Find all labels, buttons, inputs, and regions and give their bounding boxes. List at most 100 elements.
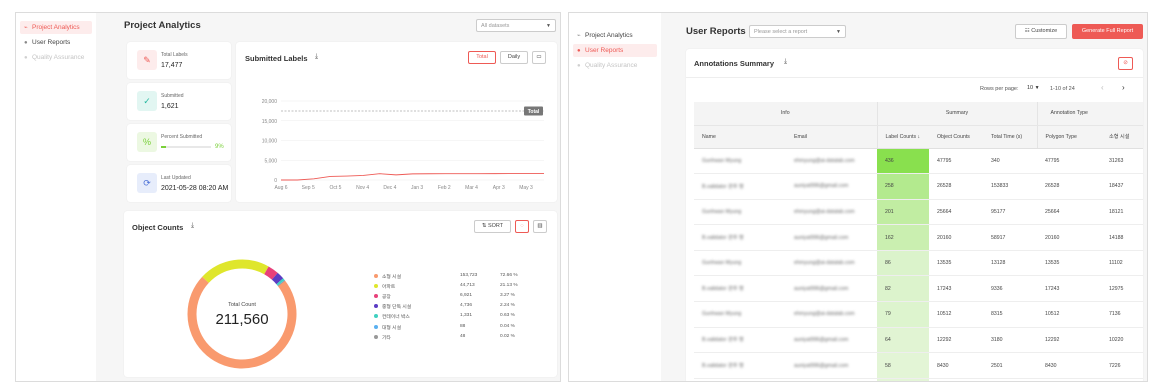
legend-item[interactable]: 중형 단독 시설 4,736 2.24 % xyxy=(374,302,554,311)
stat-value: 1,621 xyxy=(161,103,179,110)
hide-icon[interactable]: ⊘ xyxy=(1118,57,1133,70)
sort-button[interactable]: ⇅ SORT xyxy=(474,220,511,233)
download-icon[interactable]: ⤓ xyxy=(784,58,787,66)
rows-per-page-select[interactable]: 10 ▼ xyxy=(1027,85,1040,91)
dataset-select[interactable]: All datasets ▼ xyxy=(476,19,556,32)
table-row[interactable]: B.validator 관주 명 auniyat996@gmail.com 162 2… xyxy=(694,224,1143,251)
y-tick-label: 15,000 xyxy=(262,119,278,125)
small-facility-cell: 11102 xyxy=(1101,250,1143,277)
column-header-label-counts[interactable]: Label Counts ↓ xyxy=(876,125,929,149)
legend-item[interactable]: 대형 시설 88 0.04 % xyxy=(374,323,554,332)
column-header-small-facility[interactable]: 소형 시설 xyxy=(1101,125,1143,149)
polygon-type-cell: 25664 xyxy=(1037,199,1101,226)
table-row[interactable]: B.validator 관주 명auniyat996@gmail.com5261… xyxy=(694,378,1143,381)
x-tick-label: Apr 3 xyxy=(493,185,505,191)
donut-slice[interactable] xyxy=(276,278,285,286)
stat-card-last-updated: ⟳ Last Updated 2021-05-28 08:20 AM xyxy=(127,165,231,202)
legend-swatch xyxy=(374,274,378,278)
sidebar-item-label: User Reports xyxy=(32,39,71,46)
column-header-email[interactable]: Email xyxy=(786,125,877,149)
polygon-type-cell: 20160 xyxy=(1037,224,1101,251)
legend-item[interactable]: 기타 48 0.02 % xyxy=(374,333,554,342)
table-row[interactable]: B.validator 관주 명 auniyat996@gmail.com 64 12… xyxy=(694,327,1143,354)
x-tick-label: Sep 5 xyxy=(302,185,315,191)
legend-item[interactable]: 공장 6,921 3.27 % xyxy=(374,292,554,301)
donut-slice[interactable] xyxy=(271,272,284,285)
object-count-cell: 25664 xyxy=(929,199,983,226)
next-page-icon[interactable]: › xyxy=(1122,83,1125,92)
legend-swatch xyxy=(374,334,378,339)
card-title: Annotations Summary xyxy=(694,59,775,68)
donut-view-icon[interactable]: ◌ xyxy=(515,220,529,233)
table-row[interactable]: Gunhwan Myung ehmyung@ai-datalab.com 201 25… xyxy=(694,199,1143,226)
name-cell: B.validator 관주 명 xyxy=(694,224,786,251)
email-cell: auniyat996@gmail.com xyxy=(786,378,877,381)
label-icon: ✎ xyxy=(137,50,157,70)
group-header-annotation-type: Annotation Type xyxy=(1036,102,1101,126)
table-row[interactable]: Gunhwan Myung ehmyung@ai-datalab.com 79 105… xyxy=(694,301,1143,328)
label-count-cell: 64 xyxy=(877,327,929,354)
sidebar-item-project-analytics[interactable]: ⌁ Project Analytics xyxy=(573,29,657,42)
object-count-cell: 8430 xyxy=(929,352,983,379)
table-row[interactable]: Gunhwan Myung ehmyung@ai-datalab.com 436 47… xyxy=(694,148,1143,175)
column-header-total-time[interactable]: Total Time (s) xyxy=(983,125,1037,149)
sort-label: SORT xyxy=(487,223,504,229)
email-cell: ehmyung@ai-datalab.com xyxy=(786,250,877,277)
pagination-range: 1-10 of 24 xyxy=(1050,86,1075,92)
legend-count: 88 xyxy=(460,323,466,329)
table-row[interactable]: B.validator 관주 명 auniyat996@gmail.com 258 2… xyxy=(694,173,1143,200)
polygon-type-cell: 26528 xyxy=(1037,173,1101,200)
submitted-labels-chart: 0 5,000 10,000 15,000 20,000 Total Aug 6 Sep 5 O… xyxy=(262,99,545,191)
rows-per-page-value: 10 xyxy=(1027,85,1034,91)
table-row[interactable]: Gunhwan Myung ehmyung@ai-datalab.com 86 135… xyxy=(694,250,1143,277)
legend-percent: 2.24 % xyxy=(500,303,515,309)
prev-page-icon[interactable]: ‹ xyxy=(1101,83,1104,92)
dot-icon: ● xyxy=(577,62,581,69)
table-row[interactable]: B.validator 관주 명 auniyat996@gmail.com 82 17… xyxy=(694,275,1143,303)
small-facility-cell: 14188 xyxy=(1101,224,1143,251)
generate-report-button[interactable]: Generate Full Report xyxy=(1072,24,1143,39)
name-cell: B.validator 관주 명 xyxy=(694,327,786,354)
polygon-type-cell: 8430 xyxy=(1037,352,1101,379)
sidebar-item-user-reports[interactable]: ● User Reports xyxy=(20,36,92,49)
report-select[interactable]: Please select a report ▼ xyxy=(749,25,846,38)
donut-slice[interactable] xyxy=(202,259,269,284)
stat-value: 17,477 xyxy=(161,62,183,69)
email-cell: auniyat996@gmail.com xyxy=(786,352,877,379)
rows-per-page-label: Rows per page: xyxy=(980,86,1019,92)
legend-item[interactable]: 아파트 44,713 21.13 % xyxy=(374,282,554,291)
column-header-polygon-type[interactable]: Polygon Type xyxy=(1036,125,1101,149)
object-count-cell: 26528 xyxy=(929,173,983,200)
label-count-cell: 436 xyxy=(877,148,929,175)
legend-swatch xyxy=(374,294,378,299)
right-sidebar: ⌁ Project Analytics ● User Reports ● Qua… xyxy=(569,13,661,381)
small-facility-cell: 4902 xyxy=(1101,378,1143,381)
download-icon[interactable]: ⤓ xyxy=(191,222,194,230)
bar-view-icon[interactable]: ▥ xyxy=(533,220,547,233)
column-header-name[interactable]: Name xyxy=(694,125,786,149)
label-count-cell: 258 xyxy=(877,173,929,200)
group-header-empty xyxy=(1101,102,1143,126)
name-cell: B.validator 관주 명 xyxy=(694,173,786,200)
legend-percent: 72.66 % xyxy=(500,273,518,278)
x-tick-label: Nov 4 xyxy=(356,185,369,191)
donut-slice[interactable] xyxy=(264,266,278,280)
sidebar-item-project-analytics[interactable]: ⌁ Project Analytics xyxy=(20,21,92,34)
dot-icon: ● xyxy=(24,54,28,61)
sidebar-item-label: Project Analytics xyxy=(585,32,633,39)
legend-item[interactable]: 소형 시설 153,723 72.66 % xyxy=(374,272,554,281)
customize-button[interactable]: ☷ Customize xyxy=(1015,24,1067,39)
trend-icon: ⌁ xyxy=(24,25,28,31)
object-count-cell: 6132 xyxy=(929,378,983,381)
table-row[interactable]: B.validator 관주 명 auniyat996@gmail.com 58 84… xyxy=(694,352,1143,379)
legend-item[interactable]: 컨테이너 박스 1,331 0.63 % xyxy=(374,312,554,321)
name-cell: B.validator 관주 명 xyxy=(694,352,786,379)
total-count-label: Total Count xyxy=(228,302,256,308)
stat-card-percent-submitted: % Percent Submitted 9% xyxy=(127,124,231,161)
column-header-object-counts[interactable]: Object Counts xyxy=(929,125,983,149)
sidebar-item-user-reports[interactable]: ● User Reports xyxy=(573,44,657,57)
polygon-type-cell: 6132 xyxy=(1037,378,1101,381)
legend-label: 아파트 xyxy=(382,285,396,291)
y-tick-label: 5,000 xyxy=(264,158,277,164)
legend-label: 소형 시설 xyxy=(382,275,401,280)
